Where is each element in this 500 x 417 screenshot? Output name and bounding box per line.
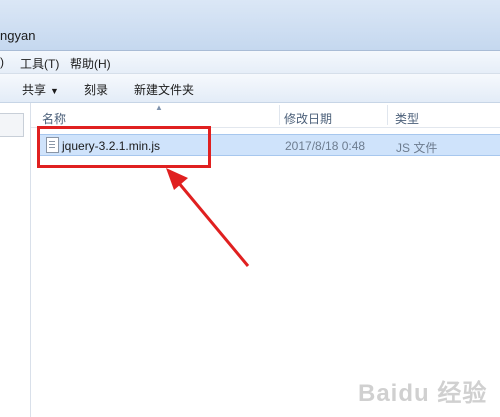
arrow-head xyxy=(166,168,188,190)
column-divider[interactable] xyxy=(279,105,280,125)
file-date: 2017/8/18 0:48 xyxy=(285,139,366,153)
arrow-shaft xyxy=(176,181,250,267)
menu-item-help[interactable]: 帮助(H) xyxy=(70,55,111,72)
toolbar: 共享 ▼ 刻录 新建文件夹 xyxy=(0,74,500,103)
window-title: ngyan xyxy=(0,28,36,43)
title-bar: ngyan xyxy=(0,0,500,51)
column-header-name[interactable]: 名称 xyxy=(42,110,66,127)
burn-button[interactable]: 刻录 xyxy=(84,81,108,98)
menu-item-edit[interactable]: ) xyxy=(0,55,4,69)
chevron-down-icon: ▼ xyxy=(50,86,59,96)
column-header-type[interactable]: 类型 xyxy=(395,110,419,127)
new-folder-button[interactable]: 新建文件夹 xyxy=(134,81,194,98)
column-divider[interactable] xyxy=(387,105,388,125)
navigation-pane xyxy=(0,103,31,417)
file-type: JS 文件 xyxy=(396,141,438,155)
column-header-date[interactable]: 修改日期 xyxy=(284,110,332,127)
red-highlight-box xyxy=(37,126,211,168)
share-label: 共享 xyxy=(22,83,47,97)
sort-ascending-icon: ▲ xyxy=(155,103,163,112)
baidu-watermark: Baidu 经验 xyxy=(358,380,488,407)
navigation-item[interactable] xyxy=(0,113,24,137)
menu-item-tools[interactable]: 工具(T) xyxy=(20,55,59,72)
column-headers: ▲ 名称 修改日期 类型 xyxy=(31,103,500,128)
menu-bar: ) 工具(T) 帮助(H) xyxy=(0,51,500,74)
share-button[interactable]: 共享 ▼ xyxy=(22,81,59,98)
